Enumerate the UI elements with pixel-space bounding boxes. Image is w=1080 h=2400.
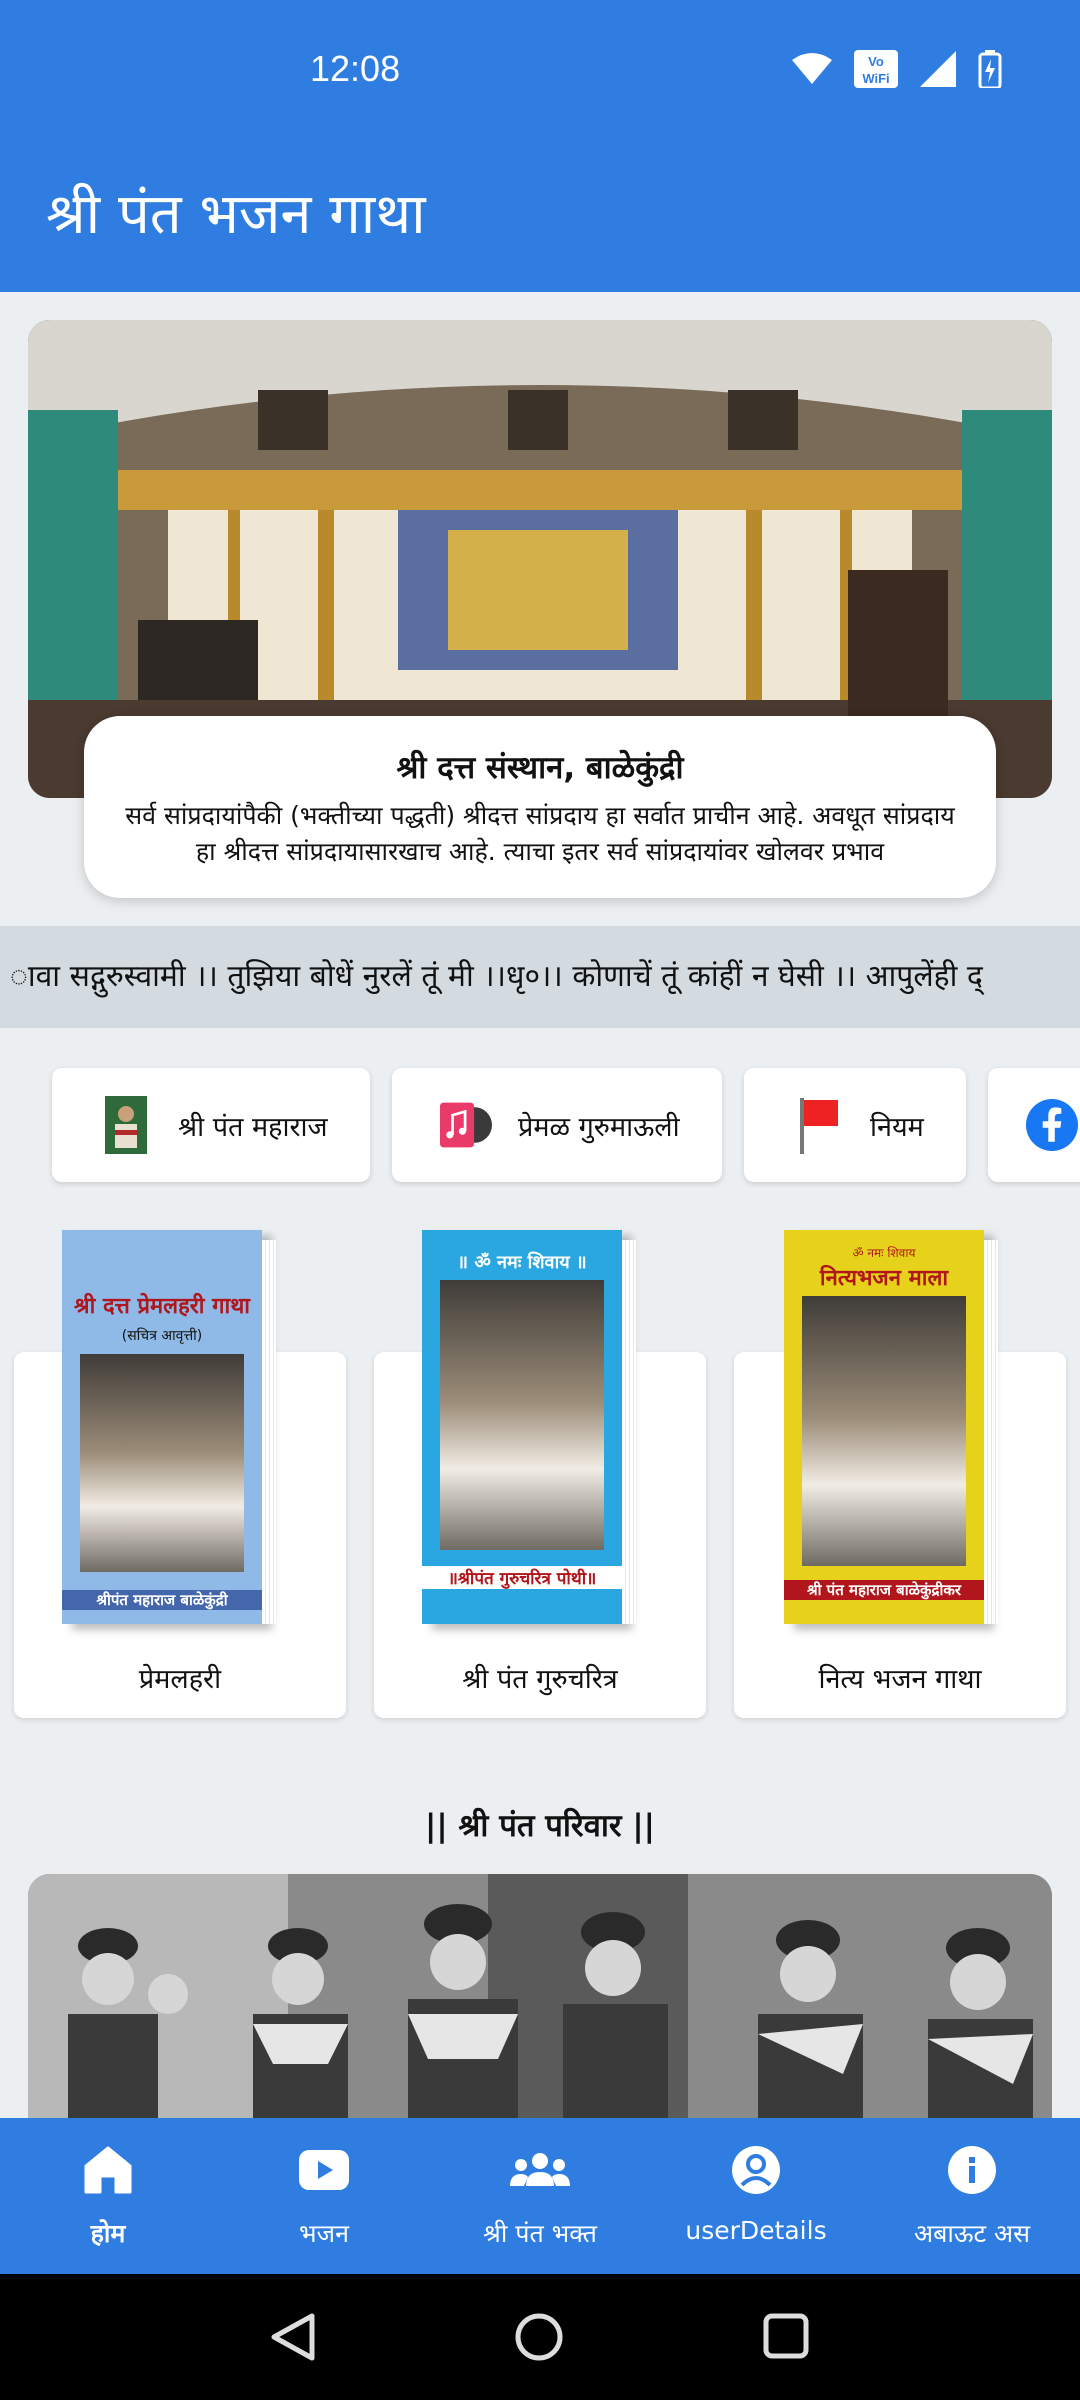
battery-charging-icon (978, 50, 1002, 88)
nav-home[interactable]: होम (0, 2118, 216, 2274)
nav-pant-bhakt[interactable]: श्री पंत भक्त (432, 2118, 648, 2274)
account-circle-icon (648, 2142, 864, 2198)
nav-label: अबाऊट अस (913, 2219, 1031, 2248)
nav-label: भजन (298, 2219, 349, 2248)
home-circle-icon[interactable] (514, 2312, 564, 2366)
book-cover-premalahari[interactable]: श्री दत्त प्रेमलहरी गाथा (सचित्र आवृत्ती… (62, 1230, 276, 1624)
status-bar: 12:08 Vo WiFi (0, 0, 1080, 140)
status-time: 12:08 (310, 48, 401, 89)
book-cover-photo (80, 1354, 244, 1572)
book-cover-photo (802, 1296, 966, 1566)
signal-icon (920, 51, 956, 87)
book-pages (262, 1240, 276, 1624)
quick-link-premal-gurumauli[interactable]: प्रेमळ गुरुमाऊली (392, 1068, 722, 1182)
book-cover-footer: श्री पंत महाराज बाळेकुंद्रीकर (784, 1580, 984, 1600)
book-cover-nitya-bhajan[interactable]: ॐ नमः शिवाय नित्यभजन माला श्री पंत महारा… (784, 1230, 998, 1624)
svg-text:Vo: Vo (868, 54, 884, 69)
facebook-icon (1026, 1095, 1078, 1155)
ticker-text: ावा सद्गुरुस्वामी ।। तुझिया बोधें नुरलें… (10, 959, 983, 994)
home-icon (0, 2142, 216, 2198)
nav-user-details[interactable]: userDetails (648, 2118, 864, 2274)
recents-icon[interactable] (762, 2312, 810, 2364)
nav-about-us[interactable]: अबाऊट अस (864, 2118, 1080, 2274)
nav-bhajan[interactable]: भजन (216, 2118, 432, 2274)
vowifi-icon: Vo WiFi (854, 50, 898, 88)
nav-label: होम (90, 2219, 126, 2248)
quick-link-pant-maharaj[interactable]: श्री पंत महाराज (52, 1068, 370, 1182)
group-icon (432, 2142, 648, 2198)
quick-link-label: प्रेमळ गुरुमाऊली (518, 1111, 680, 1143)
quick-link-facebook[interactable] (988, 1068, 1080, 1182)
scrolling-ticker: ावा सद्गुरुस्वामी ।। तुझिया बोधें नुरलें… (0, 926, 1080, 1028)
book-label: श्री पंत गुरुचरित्र (462, 1664, 618, 1695)
quick-links-row: श्री पंत महाराज प्रेमळ गुरुमाऊली नियम (0, 1068, 1080, 1186)
book-cover-title: श्री दत्त प्रेमलहरी गाथा (74, 1294, 250, 1319)
svg-text:WiFi: WiFi (862, 71, 889, 86)
book-label: प्रेमलहरी (138, 1664, 222, 1695)
app-bar: श्री पंत भजन गाथा (0, 140, 1080, 292)
book-cover-subtitle: ॐ नमः शिवाय (852, 1246, 916, 1260)
hero-info-card[interactable]: श्री दत्त संस्थान, बाळेकुंद्री सर्व सांप… (84, 716, 996, 898)
book-cover-footer: श्रीपंत महाराज बाळेकुंद्री (62, 1590, 262, 1610)
book-label: नित्य भजन गाथा (818, 1664, 982, 1695)
status-icons: Vo WiFi (792, 50, 1002, 88)
book-cover-subtitle: (सचित्र आवृत्ती) (121, 1328, 203, 1344)
hero-description: सर्व सांप्रदायांपैकी (भक्तीच्या पद्धती) … (125, 801, 955, 866)
book-cover-photo (440, 1280, 604, 1550)
quick-link-label: श्री पंत महाराज (178, 1111, 328, 1143)
books-row: प्रेमलहरी श्री दत्त प्रेमलहरी गाथा (सचित… (0, 1230, 1080, 1720)
red-flag-icon (792, 1095, 844, 1155)
book-cover-title: ॥ ॐ नमः शिवाय ॥ (457, 1252, 587, 1273)
quick-link-niyam[interactable]: नियम (744, 1068, 966, 1182)
hero-title: श्री दत्त संस्थान, बाळेकुंद्री (396, 750, 684, 786)
back-icon[interactable] (268, 2312, 316, 2366)
portrait-icon (100, 1095, 152, 1155)
family-section-title: || श्री पंत परिवार || (425, 1808, 655, 1844)
video-play-icon (216, 2142, 432, 2198)
book-cover-gurucharitra[interactable]: ॥ ॐ नमः शिवाय ॥ ॥श्रीपंत गुरुचरित्र पोथी… (422, 1230, 636, 1624)
info-icon (864, 2142, 1080, 2198)
book-cover-footer: ॥श्रीपंत गुरुचरित्र पोथी॥ (422, 1566, 622, 1589)
family-photo[interactable] (28, 1874, 1052, 2120)
wifi-icon (792, 52, 832, 86)
book-pages (622, 1240, 636, 1624)
system-navigation-bar (0, 2274, 1080, 2400)
app-title: श्री पंत भजन गाथा (46, 182, 426, 247)
book-pages (984, 1240, 998, 1624)
nav-label: userDetails (685, 2216, 827, 2245)
book-cover-title: नित्यभजन माला (819, 1266, 949, 1291)
music-album-icon (440, 1095, 492, 1155)
bottom-navigation: होम भजन श्री पंत भक्त userDetails अबाऊट … (0, 2118, 1080, 2274)
quick-link-label: नियम (870, 1111, 924, 1143)
nav-label: श्री पंत भक्त (483, 2219, 597, 2248)
